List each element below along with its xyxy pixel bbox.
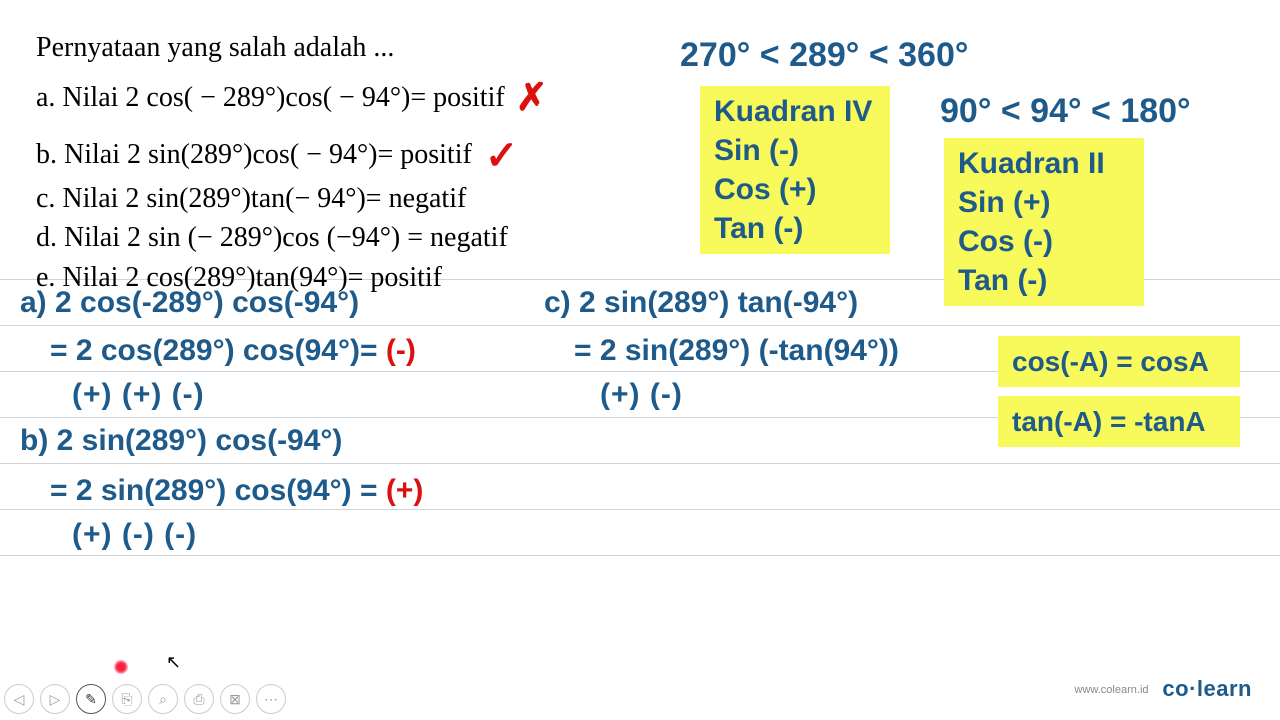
prev-button[interactable]: ◁ <box>4 684 34 714</box>
range-289: 270° < 289° < 360° <box>680 36 968 75</box>
range-94: 90° < 94° < 180° <box>940 92 1191 131</box>
quadrant-ii-box: Kuadran II Sin (+) Cos (-) Tan (-) <box>944 138 1144 306</box>
check-icon: ✓ <box>485 134 519 178</box>
presentation-toolbar: ◁ ▷ ✎ ⎘ ⌕ ⎙ ⊠ ⋯ <box>4 684 286 714</box>
more-button[interactable]: ⋯ <box>256 684 286 714</box>
work-a-line2: = 2 cos(289°) cos(94°)= (-) <box>50 334 416 368</box>
question-block: Pernyataan yang salah adalah ... a. Nila… <box>36 28 544 298</box>
identity-cos-box: cos(-A) = cosA <box>998 336 1240 387</box>
work-a-line3: (+) (+) (-) <box>72 378 205 412</box>
cross-icon: ✗ <box>516 77 548 119</box>
work-b-line2: = 2 sin(289°) cos(94°) = (+) <box>50 474 423 508</box>
work-c-line3: (+) (-) <box>600 378 683 412</box>
work-a-line1: a) 2 cos(-289°) cos(-94°) <box>20 286 359 320</box>
option-c: c. Nilai 2 sin(289°)tan(− 94°)= negatif <box>36 179 544 219</box>
zoom-button[interactable]: ⌕ <box>148 684 178 714</box>
option-b: b. Nilai 2 sin(289°)cos( − 94°)= positif… <box>36 122 544 179</box>
footer-brand: co·learn <box>1162 676 1252 701</box>
laser-pointer-icon <box>114 660 128 674</box>
footer-url: www.colearn.id <box>1075 684 1149 696</box>
slides-button[interactable]: ⎘ <box>112 684 142 714</box>
next-button[interactable]: ▷ <box>40 684 70 714</box>
work-c-line1: c) 2 sin(289°) tan(-94°) <box>544 286 858 320</box>
footer: www.colearn.id co·learn <box>1075 676 1252 702</box>
option-a: a. Nilai 2 cos( − 289°)cos( − 94°)= posi… <box>36 68 544 122</box>
cursor-icon: ↖ <box>166 652 181 673</box>
work-b-line1: b) 2 sin(289°) cos(-94°) <box>20 424 342 458</box>
identity-tan-box: tan(-A) = -tanA <box>998 396 1240 447</box>
blank-button[interactable]: ⊠ <box>220 684 250 714</box>
pen-button[interactable]: ✎ <box>76 684 106 714</box>
question-prompt: Pernyataan yang salah adalah ... <box>36 28 544 68</box>
option-d: d. Nilai 2 sin (− 289°)cos (−94°) = nega… <box>36 218 544 258</box>
work-c-line2: = 2 sin(289°) (-tan(94°)) <box>574 334 899 368</box>
work-b-line3: (+) (-) (-) <box>72 518 197 552</box>
quadrant-iv-box: Kuadran IV Sin (-) Cos (+) Tan (-) <box>700 86 890 254</box>
print-button[interactable]: ⎙ <box>184 684 214 714</box>
